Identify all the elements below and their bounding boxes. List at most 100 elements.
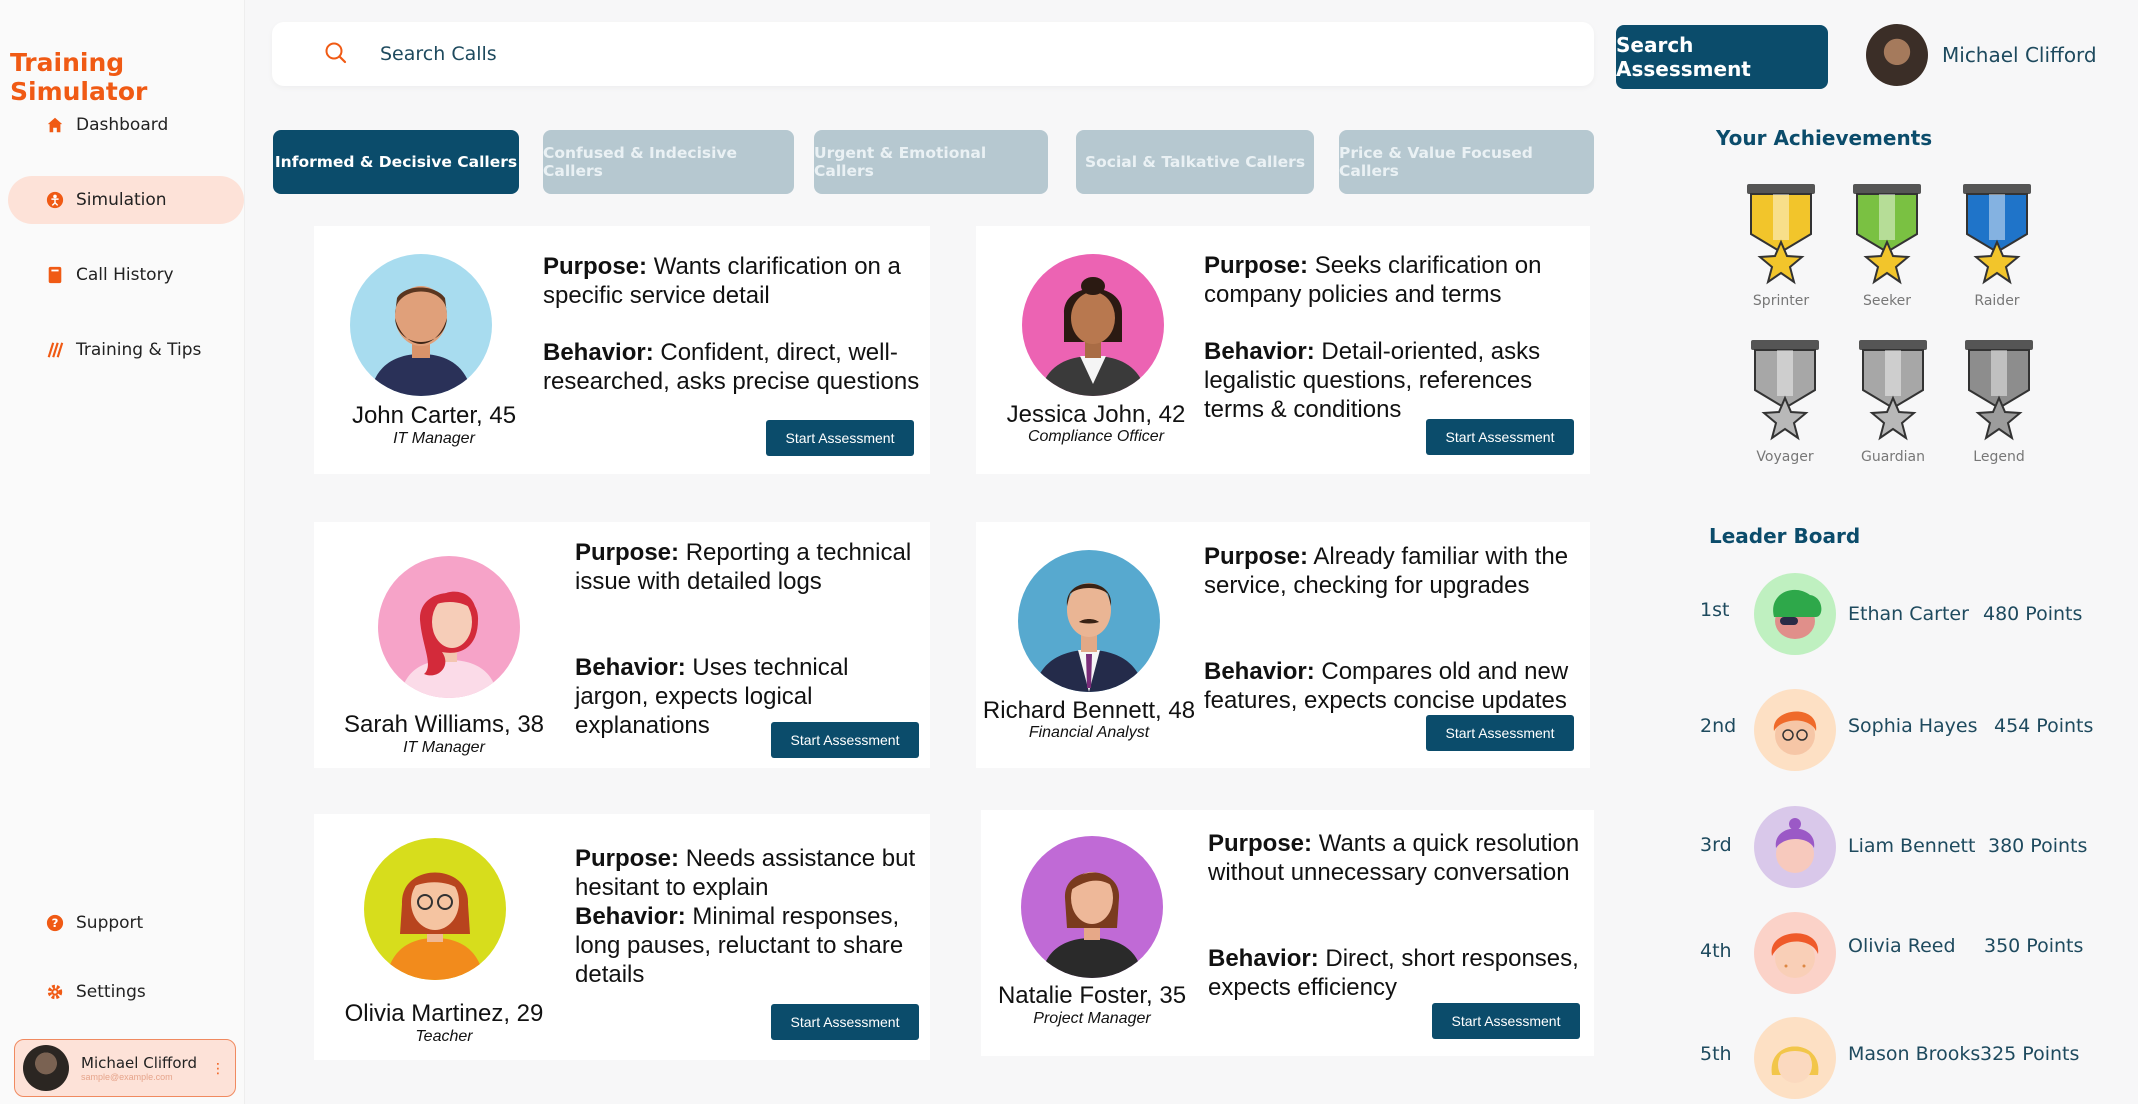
leaderboard-rank: 2nd	[1700, 715, 1737, 737]
leaderboard-title: Leader Board	[1709, 524, 1861, 548]
start-assessment-button[interactable]: Start Assessment	[1426, 715, 1574, 751]
leaderboard-points: 480 Points	[1983, 603, 2083, 625]
caller-card: Richard Bennett, 48 Financial Analyst Pu…	[976, 522, 1590, 768]
achievement-badge: Voyager	[1740, 338, 1830, 465]
sidebar-item-support[interactable]: ? Support	[8, 899, 244, 947]
leaderboard-row: 4th Olivia Reed 350 Points	[1700, 912, 2120, 994]
avatar	[1866, 24, 1928, 86]
caller-behavior: Behavior: Direct, short responses, expec…	[1208, 945, 1579, 1001]
search-assessment-button[interactable]: Search Assessment	[1616, 25, 1828, 89]
leaderboard-points: 380 Points	[1988, 835, 2088, 857]
caller-purpose: Purpose: Wants a quick resolution withou…	[1208, 830, 1580, 886]
help-icon: ?	[44, 912, 66, 934]
caller-purpose: Purpose: Already familiar with the servi…	[1204, 543, 1569, 599]
caller-purpose: Purpose: Reporting a technical issue wit…	[575, 539, 912, 595]
badge-label: Raider	[1974, 293, 2020, 309]
user-menu[interactable]: Michael Clifford	[1866, 24, 2097, 86]
caller-role: Teacher	[415, 1028, 473, 1045]
tips-icon	[44, 339, 66, 361]
search-icon	[325, 42, 347, 64]
leaderboard-points: 325 Points	[1980, 1043, 2080, 1065]
caller-portrait	[1022, 254, 1164, 396]
start-assessment-button[interactable]: Start Assessment	[1432, 1003, 1580, 1039]
book-icon	[44, 264, 66, 286]
leaderboard-name: Olivia Reed	[1848, 935, 1956, 957]
caller-purpose: Purpose: Seeks clarification on company …	[1204, 252, 1542, 308]
sidebar-item-label: Settings	[76, 982, 146, 1002]
caller-card: Natalie Foster, 35 Project Manager Purpo…	[981, 810, 1594, 1056]
tab-urgent-emotional[interactable]: Urgent & Emotional Callers	[814, 130, 1048, 194]
caller-portrait	[1021, 836, 1163, 978]
user-name: Michael Clifford	[1942, 43, 2097, 67]
sidebar-item-label: Dashboard	[76, 115, 169, 135]
caller-portrait	[1018, 550, 1160, 692]
gear-icon	[44, 981, 66, 1003]
achievement-badge: Sprinter	[1736, 182, 1826, 309]
caller-name: Sarah Williams, 38	[343, 711, 545, 738]
caller-card: Olivia Martinez, 29 Teacher Purpose: Nee…	[314, 814, 930, 1060]
start-assessment-button[interactable]: Start Assessment	[766, 420, 914, 456]
search-bar[interactable]: Search Calls	[272, 22, 1594, 86]
medal-icon	[1751, 340, 1819, 441]
svg-text:?: ?	[52, 916, 59, 930]
caller-purpose: Purpose: Needs assistance but hesitant t…	[575, 845, 916, 988]
caller-role: Financial Analyst	[1028, 724, 1150, 741]
sidebar-item-simulation[interactable]: Simulation	[8, 176, 244, 224]
start-assessment-button[interactable]: Start Assessment	[771, 1004, 919, 1040]
sidebar-item-label: Training & Tips	[76, 340, 202, 360]
app-title: Training Simulator	[10, 48, 148, 106]
leaderboard-row: 2nd Sophia Hayes 454 Points	[1700, 689, 2120, 771]
home-icon	[44, 114, 66, 136]
leaderboard-name: Sophia Hayes	[1848, 715, 1978, 737]
caller-name: Jessica John, 42	[1006, 401, 1186, 428]
sidebar-item-settings[interactable]: Settings	[8, 968, 244, 1016]
leaderboard-name: Liam Bennett	[1848, 835, 1976, 857]
caller-purpose: Purpose: Wants clarification on a specif…	[543, 253, 901, 309]
leaderboard-points: 454 Points	[1994, 715, 2094, 737]
caller-portrait	[364, 838, 506, 980]
caller-behavior: Behavior: Compares old and new features,…	[1204, 658, 1569, 714]
profile-card[interactable]: Michael Clifford sample@example.com ⋮	[14, 1039, 236, 1097]
sidebar-item-training-tips[interactable]: Training & Tips	[8, 326, 244, 374]
caller-name: Olivia Martinez, 29	[344, 1000, 544, 1027]
tab-price-value[interactable]: Price & Value Focused Callers	[1339, 130, 1594, 194]
achievement-badge: Legend	[1954, 338, 2044, 465]
tab-informed-decisive[interactable]: Informed & Decisive Callers	[273, 130, 519, 194]
leaderboard-avatar	[1754, 806, 1836, 888]
sidebar-item-label: Support	[76, 913, 144, 933]
profile-name: Michael Clifford	[81, 1054, 197, 1072]
sidebar: Training Simulator Dashboard Simulation …	[0, 0, 245, 1104]
caller-name: Natalie Foster, 35	[997, 982, 1187, 1009]
achievement-badge: Guardian	[1848, 338, 1938, 465]
tab-confused-indecisive[interactable]: Confused & Indecisive Callers	[543, 130, 794, 194]
leaderboard-row: 5th Mason Brooks 325 Points	[1700, 1017, 2120, 1099]
caller-portrait	[350, 254, 492, 396]
caller-card: Sarah Williams, 38 IT Manager Purpose: R…	[314, 522, 930, 768]
sidebar-item-dashboard[interactable]: Dashboard	[8, 101, 244, 149]
tab-social-talkative[interactable]: Social & Talkative Callers	[1076, 130, 1314, 194]
leaderboard-name: Mason Brooks	[1848, 1043, 1981, 1065]
badge-label: Guardian	[1860, 449, 1926, 465]
leaderboard-row: 1st Ethan Carter 480 Points	[1700, 573, 2120, 655]
caller-name: John Carter, 45	[351, 402, 517, 429]
badge-label: Legend	[1973, 449, 2025, 465]
sidebar-item-label: Call History	[76, 265, 174, 285]
medal-icon	[1963, 184, 2031, 285]
achievements-title: Your Achievements	[1716, 126, 1933, 150]
medal-icon	[1747, 184, 1815, 285]
more-options-icon[interactable]: ⋮	[211, 1060, 225, 1077]
start-assessment-button[interactable]: Start Assessment	[771, 722, 919, 758]
badge-label: Seeker	[1862, 293, 1912, 309]
search-input[interactable]: Search Calls	[380, 43, 497, 65]
leaderboard-rank: 3rd	[1700, 834, 1732, 856]
leaderboard-row: 3rd Liam Bennett 380 Points	[1700, 806, 2120, 888]
medal-icon	[1853, 184, 1921, 285]
sidebar-item-call-history[interactable]: Call History	[8, 251, 244, 299]
leaderboard-avatar	[1754, 689, 1836, 771]
caller-role: Compliance Officer	[1027, 428, 1165, 445]
badge-label: Sprinter	[1752, 293, 1810, 309]
caller-card: Jessica John, 42 Compliance Officer Purp…	[976, 226, 1590, 474]
profile-email: sample@example.com	[81, 1072, 173, 1082]
achievement-badge: Raider	[1952, 182, 2042, 309]
start-assessment-button[interactable]: Start Assessment	[1426, 419, 1574, 455]
